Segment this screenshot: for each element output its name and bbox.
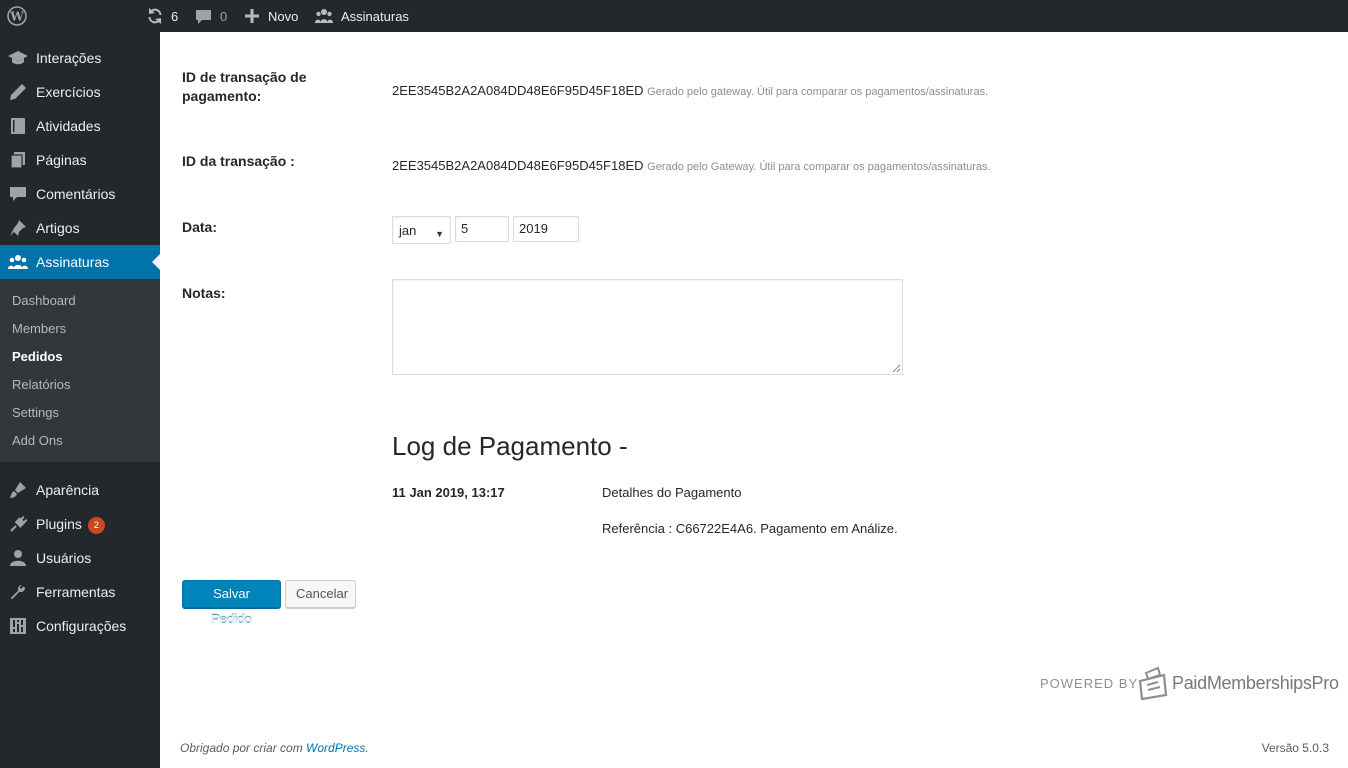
submenu-pedidos[interactable]: Pedidos — [12, 349, 63, 365]
submenu-relatorios[interactable]: Relatórios — [12, 377, 71, 393]
notes-textarea[interactable] — [392, 279, 903, 375]
sidebar-item-label: Atividades — [36, 118, 101, 134]
sidebar-item-exercicios[interactable]: Exercícios — [0, 75, 160, 109]
sidebar-item-label: Artigos — [36, 220, 80, 236]
comments-link[interactable]: 0 — [195, 0, 227, 32]
settings-icon — [8, 616, 28, 636]
submenu-members[interactable]: Members — [12, 321, 66, 337]
save-order-button[interactable]: Salvar Pedido — [182, 580, 281, 627]
pages-icon — [8, 150, 28, 170]
svg-text:W: W — [9, 10, 24, 24]
date-label: Data: — [182, 219, 218, 235]
pin-icon — [8, 218, 28, 238]
plugins-label: Plugins — [36, 516, 82, 532]
site-menu-label: Assinaturas — [341, 8, 409, 24]
pmp-logo-icon[interactable] — [1136, 665, 1170, 701]
sidebar-item-assinaturas[interactable]: Assinaturas — [0, 245, 160, 279]
resize-grip-icon[interactable] — [892, 364, 901, 373]
sidebar-item-paginas[interactable]: Páginas — [0, 143, 160, 177]
new-label: Novo — [268, 8, 299, 24]
graduation-cap-icon — [8, 48, 28, 68]
footer-thanks-suffix: . — [365, 741, 369, 755]
sidebar-item-configuracoes[interactable]: Configurações — [0, 609, 160, 643]
cancel-button[interactable]: Cancelar — [285, 580, 356, 608]
sidebar-item-comentarios[interactable]: Comentários — [0, 177, 160, 211]
groups-icon — [8, 252, 28, 272]
sidebar-item-artigos[interactable]: Artigos — [0, 211, 160, 245]
date-day-input[interactable]: 5 — [455, 216, 509, 242]
wordpress-logo-icon[interactable]: W — [7, 0, 27, 32]
date-month-value: jan — [399, 223, 417, 238]
wrench-icon — [8, 582, 28, 602]
groups-icon — [315, 8, 333, 24]
footer-version: Versão 5.0.3 — [1261, 741, 1329, 755]
date-month-select[interactable]: jan ▼ — [392, 216, 451, 244]
plugins-update-badge: 2 — [87, 517, 105, 534]
sidebar-item-label: Interações — [36, 50, 102, 66]
footer-thanks-text: Obrigado por criar com — [180, 741, 307, 755]
sidebar-item-ferramentas[interactable]: Ferramentas — [0, 575, 160, 609]
sidebar-item-label: Assinaturas — [36, 254, 110, 270]
brush-icon — [8, 480, 28, 500]
sidebar-item-atividades[interactable]: Atividades — [0, 109, 160, 143]
sidebar-item-label: Plugins 2 — [36, 516, 105, 534]
payment-log-reference: Referência : C66722E4A6. Pagamento em An… — [602, 521, 898, 536]
submenu-add-ons[interactable]: Add Ons — [12, 433, 63, 449]
notes-label: Notas: — [182, 285, 226, 301]
sidebar-item-label: Configurações — [36, 618, 127, 634]
sidebar-item-label: Usuários — [36, 550, 92, 566]
updates-count: 6 — [171, 8, 179, 24]
submenu-dashboard[interactable]: Dashboard — [12, 293, 76, 309]
assinaturas-submenu: Dashboard Members Pedidos Relatórios Set… — [0, 279, 160, 462]
sidebar-item-plugins[interactable]: Plugins 2 — [0, 507, 160, 541]
pencil-icon — [8, 82, 28, 102]
user-icon — [8, 548, 28, 568]
site-menu-link[interactable]: Assinaturas — [315, 0, 409, 32]
transaction-id-field: 2EE3545B2A2A084DD48E6F95D45F18ED Gerado … — [392, 158, 991, 175]
date-year-input[interactable]: 2019 — [513, 216, 579, 242]
transaction-id-description: Gerado pelo Gateway. Útil para comparar … — [647, 161, 991, 173]
payment-log-date: 11 Jan 2019, 13:17 — [392, 485, 505, 500]
admin-bar: W 6 0 Novo Assinaturas — [0, 0, 1348, 32]
dropdown-arrow-icon: ▼ — [435, 229, 444, 239]
payment-transaction-id-value: 2EE3545B2A2A084DD48E6F95D45F18ED — [392, 83, 644, 98]
transaction-id-label: ID da transação : — [182, 153, 295, 169]
plus-icon — [244, 8, 260, 24]
plugin-icon — [8, 514, 28, 534]
sidebar-item-interacoes[interactable]: Interações — [0, 41, 160, 75]
book-icon — [8, 116, 28, 136]
payment-transaction-id-description: Gerado pelo gateway. Útil para comparar … — [647, 86, 989, 98]
comment-bubble-icon — [195, 8, 212, 25]
comments-count: 0 — [220, 8, 228, 24]
sidebar-item-label: Ferramentas — [36, 584, 116, 600]
pmp-brand-name[interactable]: PaidMembershipsPro — [1172, 673, 1339, 693]
sidebar-item-label: Páginas — [36, 152, 87, 168]
admin-sidebar: Interações Exercícios Atividades Páginas… — [0, 32, 160, 768]
updates-link[interactable]: 6 — [146, 0, 178, 32]
payment-log-detail-title: Detalhes do Pagamento — [602, 485, 742, 500]
wordpress-link[interactable]: WordPress — [306, 741, 365, 755]
new-content-link[interactable]: Novo — [244, 0, 298, 32]
transaction-id-value: 2EE3545B2A2A084DD48E6F95D45F18ED — [392, 158, 644, 173]
comment-icon — [8, 184, 28, 204]
sidebar-item-label: Aparência — [36, 482, 100, 498]
payment-log-title: Log de Pagamento - — [392, 431, 628, 461]
payment-transaction-id-field: 2EE3545B2A2A084DD48E6F95D45F18ED Gerado … — [392, 83, 988, 100]
payment-transaction-id-label: ID de transação de pagamento: — [182, 69, 307, 104]
submenu-settings[interactable]: Settings — [12, 405, 59, 421]
sidebar-item-label: Comentários — [36, 186, 116, 202]
footer-thanks: Obrigado por criar com WordPress. — [180, 741, 369, 755]
sidebar-item-label: Exercícios — [36, 84, 101, 100]
sidebar-item-aparencia[interactable]: Aparência — [0, 473, 160, 507]
powered-by-label: POWERED BY — [1040, 676, 1139, 691]
refresh-icon — [146, 7, 164, 25]
sidebar-item-usuarios[interactable]: Usuários — [0, 541, 160, 575]
